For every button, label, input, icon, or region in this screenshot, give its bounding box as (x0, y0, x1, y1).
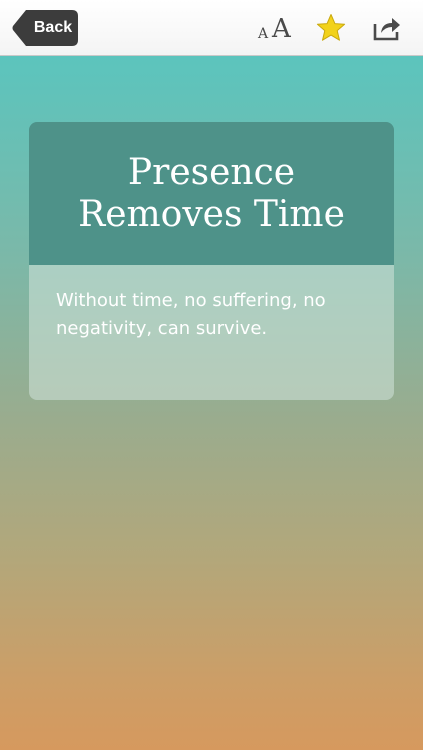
font-size-small-glyph: A (258, 26, 269, 42)
navigation-bar: Back A A (0, 0, 423, 56)
font-size-large-glyph: A (272, 14, 291, 44)
share-button[interactable] (372, 14, 402, 42)
favorite-button[interactable] (316, 13, 346, 43)
card-header: Presence Removes Time (29, 122, 394, 265)
card-body-text: Without time, no suffering, no negativit… (56, 290, 326, 339)
back-button[interactable]: Back (12, 10, 78, 46)
back-button-label: Back (33, 19, 73, 36)
share-icon (373, 18, 400, 41)
font-size-button[interactable]: A A (256, 12, 296, 44)
card-body: Without time, no suffering, no negativit… (29, 265, 394, 400)
card-title: Presence Removes Time (78, 151, 345, 235)
star-icon (316, 14, 346, 41)
quote-card: Presence Removes Time Without time, no s… (29, 122, 394, 400)
